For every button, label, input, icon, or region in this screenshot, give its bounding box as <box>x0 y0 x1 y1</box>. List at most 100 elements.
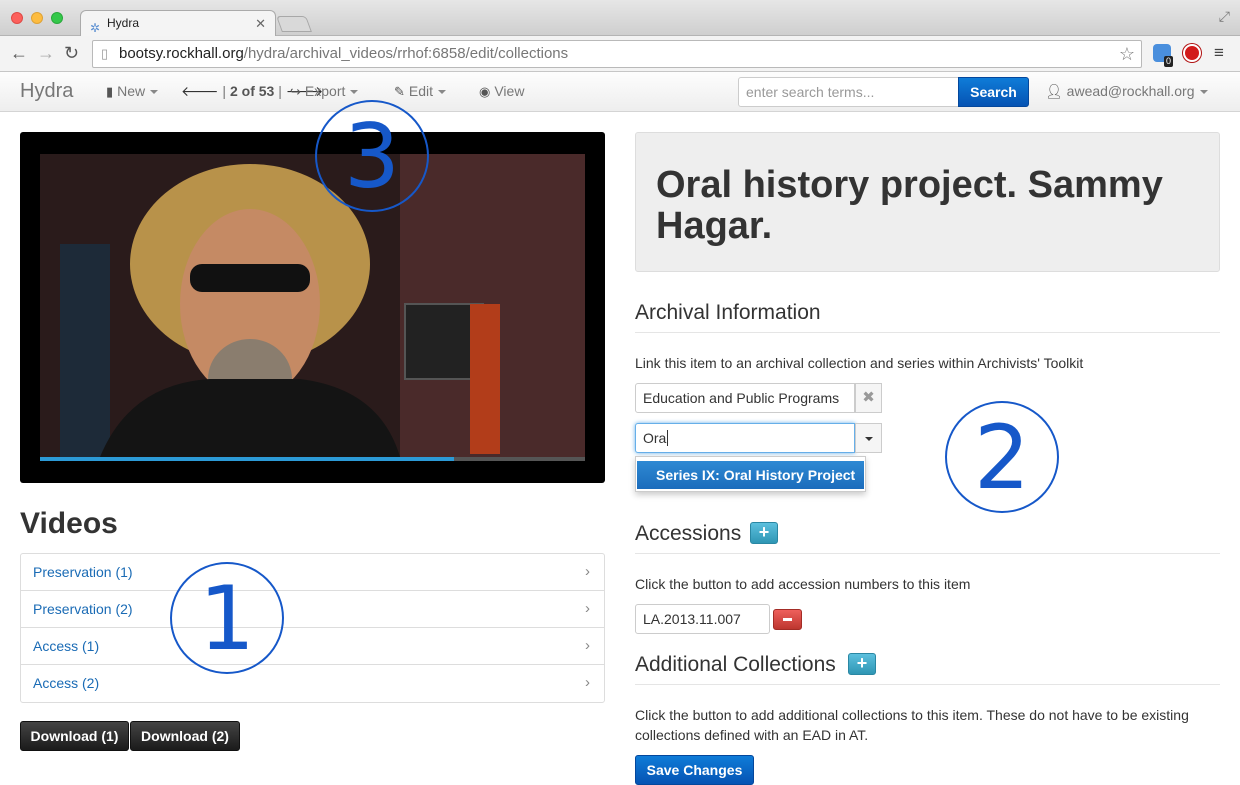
back-arrow-icon[interactable]: ← <box>10 42 28 64</box>
divider <box>635 684 1220 685</box>
video-item-access-1[interactable]: Access (1) › <box>21 628 604 665</box>
export-menu[interactable]: ↪ Export <box>290 83 359 100</box>
series-input-value: Ora <box>643 430 667 446</box>
previous-record-icon[interactable]: 🡐 <box>181 83 219 99</box>
annotation-circle-1: 1 <box>170 562 284 674</box>
series-suggestion-item[interactable]: Series IX: Oral History Project <box>637 461 864 489</box>
search-button[interactable]: Search <box>958 77 1029 107</box>
pencil-icon: ✎ <box>394 84 405 99</box>
view-link-label: View <box>494 83 525 99</box>
url-path: /hydra/archival_videos/rrhof:6858/edit/c… <box>243 45 569 62</box>
reload-icon[interactable]: ↻ <box>64 42 79 64</box>
video-still-image <box>40 154 585 457</box>
browser-tab[interactable]: ✲ Hydra ✕ <box>80 10 276 37</box>
accessions-heading: Accessions <box>635 522 742 545</box>
caret-down-icon <box>438 90 447 95</box>
suggestion-prefix: Series IX: <box>656 467 724 483</box>
document-icon: ▮ <box>106 84 114 99</box>
zoom-window-icon[interactable] <box>51 12 63 24</box>
caret-down-icon <box>150 90 159 95</box>
chevron-right-icon: › <box>585 674 590 691</box>
video-item-label[interactable]: Access (1) <box>33 638 99 654</box>
brand-logo[interactable]: Hydra <box>20 80 73 103</box>
view-link[interactable]: ◉ View <box>479 83 524 100</box>
annotation-circle-2: 2 <box>945 401 1059 513</box>
video-item-access-2[interactable]: Access (2) › <box>21 665 604 702</box>
download-1-button[interactable]: Download (1) <box>20 721 129 751</box>
text-cursor <box>667 430 669 446</box>
extension-badge: 0 <box>1164 56 1174 67</box>
suggestion-suffix: l History Project <box>747 467 856 483</box>
edit-menu-label: Edit <box>408 83 434 99</box>
address-bar[interactable]: ▯ bootsy.rockhall.org/hydra/archival_vid… <box>92 40 1142 68</box>
chevron-right-icon: › <box>585 563 590 580</box>
add-collection-button[interactable]: + <box>848 653 876 675</box>
new-menu[interactable]: ▮ New <box>106 83 159 100</box>
user-email: awead@rockhall.org <box>1066 83 1195 99</box>
additional-help-text: Click the button to add additional colle… <box>635 707 1189 743</box>
chevron-right-icon: › <box>585 600 590 617</box>
archival-heading: Archival Information <box>635 301 821 324</box>
browser-toolbar: ← → ↻ ▯ bootsy.rockhall.org/hydra/archiv… <box>0 36 1240 72</box>
video-progress-fill <box>40 457 455 461</box>
fullscreen-icon[interactable]: ⤢ <box>1219 8 1230 25</box>
record-title: Oral history project. Sammy Hagar. <box>656 164 1163 247</box>
new-tab-button[interactable] <box>276 16 312 32</box>
user-menu[interactable]: 👤︎ awead@rockhall.org <box>1045 83 1208 100</box>
suggestion-match: Ora <box>723 467 748 483</box>
series-combobox-input[interactable]: Ora <box>635 423 855 453</box>
new-menu-label: New <box>117 83 146 99</box>
eye-icon: ◉ <box>479 84 491 99</box>
series-dropdown-toggle[interactable] <box>855 423 882 453</box>
search-input[interactable] <box>738 77 960 107</box>
export-menu-label: Export <box>304 83 346 99</box>
pager-current: 2 <box>229 83 238 99</box>
chevron-right-icon: › <box>585 637 590 654</box>
clear-selection-icon[interactable]: ✖ <box>855 383 882 413</box>
url-host: bootsy.rockhall.org <box>119 45 244 62</box>
app-navbar: Hydra ▮ New 🡐 | 2 of 53 | 🡒 ↪ Export ✎ Edit… <box>0 72 1240 112</box>
pager-of: of <box>241 83 255 99</box>
record-title-panel: Oral history project. Sammy Hagar. <box>635 132 1220 272</box>
series-suggestions: Series IX: Oral History Project <box>635 456 866 492</box>
browser-tab-strip: ✲ Hydra ✕ ⤢ <box>0 0 1240 37</box>
divider <box>635 553 1220 554</box>
video-item-preservation-1[interactable]: Preservation (1) › <box>21 554 604 591</box>
minimize-window-icon[interactable] <box>31 12 43 24</box>
accession-number-value: LA.2013.11.007 <box>643 611 741 627</box>
collection-select[interactable]: Education and Public Programs <box>635 383 855 413</box>
divider <box>635 332 1220 333</box>
collection-value: Education and Public Programs <box>643 390 840 406</box>
download-2-button[interactable]: Download (2) <box>130 721 240 751</box>
bookmark-star-icon[interactable]: ☆ <box>1119 41 1135 67</box>
caret-down-icon <box>350 90 359 95</box>
browser-menu-icon[interactable]: ≡ <box>1214 43 1224 63</box>
additional-collections-heading: Additional Collections <box>635 653 836 676</box>
video-item-label[interactable]: Preservation (2) <box>33 601 133 617</box>
tab-title: Hydra <box>107 16 140 30</box>
videos-list: Preservation (1) › Preservation (2) › Ac… <box>20 553 605 703</box>
video-item-label[interactable]: Preservation (1) <box>33 564 133 580</box>
video-item-preservation-2[interactable]: Preservation (2) › <box>21 591 604 628</box>
add-accession-button[interactable]: + <box>750 522 778 544</box>
video-item-label[interactable]: Access (2) <box>33 675 99 691</box>
adblock-extension-icon[interactable] <box>1183 44 1201 62</box>
video-progress-bar[interactable] <box>40 457 585 461</box>
archival-help-text: Link this item to an archival collection… <box>635 355 1084 371</box>
close-tab-icon[interactable]: ✕ <box>255 11 266 36</box>
accessions-help-text: Click the button to add accession number… <box>635 576 971 592</box>
video-player[interactable] <box>20 132 605 483</box>
forward-arrow-icon[interactable]: → <box>37 42 55 64</box>
annotation-circle-3: 3 <box>315 100 429 212</box>
video-frame[interactable] <box>40 154 585 457</box>
accession-number-input[interactable]: LA.2013.11.007 <box>635 604 770 634</box>
export-icon: ↪ <box>290 84 301 99</box>
close-window-icon[interactable] <box>11 12 23 24</box>
videos-heading: Videos <box>20 507 118 540</box>
user-icon: 👤︎ <box>1045 83 1063 99</box>
caret-down-icon <box>865 437 873 441</box>
remove-accession-button[interactable] <box>773 609 802 630</box>
edit-menu[interactable]: ✎ Edit <box>394 83 447 100</box>
save-changes-button[interactable]: Save Changes <box>635 755 754 785</box>
pager-total: 53 <box>258 83 275 99</box>
